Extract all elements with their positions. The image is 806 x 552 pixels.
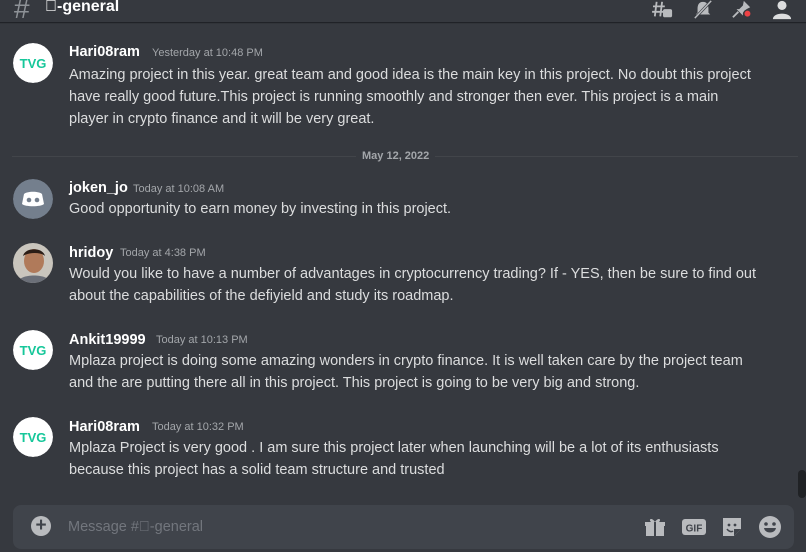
channel-title:  -general bbox=[45, 0, 120, 15]
plus-icon: + bbox=[35, 515, 47, 536]
upload-plus-button[interactable]: + bbox=[31, 516, 51, 536]
message-author[interactable]: Hari08ram bbox=[69, 419, 140, 435]
message-timestamp: Today at 10:13 PM bbox=[156, 334, 248, 346]
pinned-messages-icon[interactable] bbox=[731, 0, 753, 20]
message-author[interactable]: Ankit19999 bbox=[69, 332, 146, 348]
message-timestamp: Yesterday at 10:48 PM bbox=[152, 47, 263, 59]
threads-icon[interactable] bbox=[652, 0, 674, 20]
sticker-icon[interactable] bbox=[720, 515, 744, 539]
tvg-logo-icon: TVG bbox=[13, 417, 53, 457]
message-timestamp: Today at 4:38 PM bbox=[120, 247, 206, 259]
avatar[interactable]: TVG bbox=[13, 417, 53, 457]
user-photo-icon bbox=[13, 243, 53, 283]
message-content: Would you like to have a number of advan… bbox=[69, 266, 757, 304]
svg-text:TVG: TVG bbox=[20, 430, 47, 445]
message-timestamp: Today at 10:08 AM bbox=[133, 183, 225, 195]
tvg-logo-icon: TVG bbox=[13, 43, 53, 83]
message-author[interactable]: joken_jo bbox=[69, 180, 128, 196]
member-list-icon[interactable] bbox=[771, 0, 793, 20]
gif-icon[interactable]: GIF bbox=[681, 515, 707, 539]
message-author[interactable]: hridoy bbox=[69, 245, 113, 261]
svg-text:TVG: TVG bbox=[20, 56, 47, 71]
message-content: Mplaza project is doing some amazing won… bbox=[69, 353, 743, 391]
svg-text:TVG: TVG bbox=[20, 343, 47, 358]
notification-settings-icon[interactable] bbox=[692, 0, 714, 20]
message-content: Mplaza Project is very good . I am sure … bbox=[69, 440, 719, 478]
tvg-logo-icon: TVG bbox=[13, 330, 53, 370]
date-divider-label: May 12, 2022 bbox=[356, 150, 436, 162]
message-author[interactable]: Hari08ram bbox=[69, 44, 140, 60]
channel-header: #  -general bbox=[0, 0, 806, 24]
discord-default-avatar-icon bbox=[13, 179, 53, 219]
avatar[interactable] bbox=[13, 179, 53, 219]
message-content: Amazing project in this year. great team… bbox=[69, 67, 751, 127]
channel-hash-icon: # bbox=[14, 0, 30, 24]
avatar[interactable]: TVG bbox=[13, 330, 53, 370]
message-content: Good opportunity to earn money by invest… bbox=[69, 201, 452, 217]
scrollbar-thumb[interactable] bbox=[798, 470, 806, 498]
message-timestamp: Today at 10:32 PM bbox=[152, 421, 244, 433]
svg-text:GIF: GIF bbox=[686, 524, 703, 535]
avatar[interactable] bbox=[13, 243, 53, 283]
avatar[interactable]: TVG bbox=[13, 43, 53, 83]
message-input[interactable] bbox=[68, 517, 628, 537]
gift-icon[interactable] bbox=[643, 515, 667, 539]
emoji-icon[interactable] bbox=[758, 515, 782, 539]
message-composer: + GIF bbox=[13, 505, 794, 549]
